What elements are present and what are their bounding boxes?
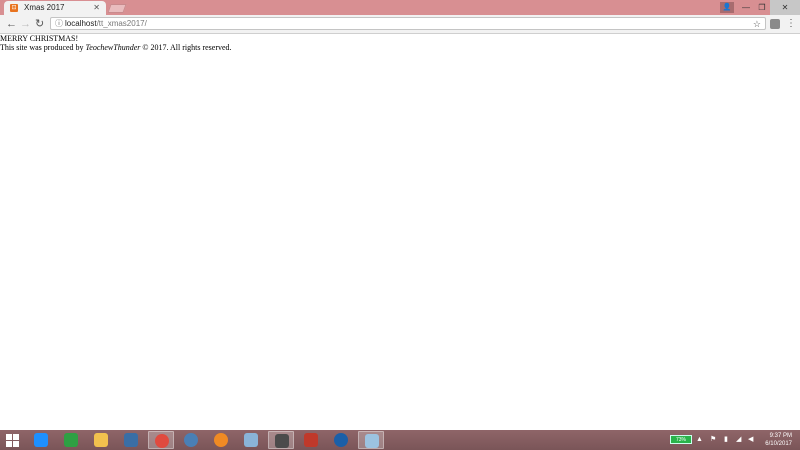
taskbar-internet-explorer-button[interactable]	[28, 431, 54, 449]
power-icon[interactable]: ▮	[724, 435, 728, 445]
taskbar-notepad-plus-button[interactable]	[238, 431, 264, 449]
minimize-button[interactable]: —	[738, 0, 754, 15]
bookmark-star-icon[interactable]: ☆	[753, 18, 761, 30]
browser-toolbar: ← → ↻ ⓘ localhost/tt_xmas2017/ ☆ ⋮	[0, 15, 800, 34]
chrome-icon	[155, 434, 169, 448]
firefox-icon	[214, 433, 228, 447]
network-icon[interactable]: ◢	[736, 435, 741, 445]
url-path: /tt_xmas2017/	[96, 19, 147, 28]
windows-logo-icon	[13, 434, 19, 440]
user-profile-icon[interactable]: 👤	[720, 2, 734, 13]
credit-line: This site was produced by TeochewThunder…	[0, 43, 800, 52]
credit-author: TeochewThunder	[85, 43, 141, 52]
taskbar-filezilla-button[interactable]	[298, 431, 324, 449]
tab-title: Xmas 2017	[24, 3, 65, 12]
maximize-button[interactable]: ❐	[754, 0, 770, 15]
clock-time: 9:37 PM	[769, 433, 792, 439]
forward-button[interactable]: →	[20, 17, 31, 31]
menu-icon[interactable]: ⋮	[786, 17, 796, 31]
new-tab-button[interactable]	[107, 4, 127, 13]
sublime-text-icon	[275, 434, 289, 448]
extension-icon[interactable]	[770, 19, 780, 29]
battery-icon[interactable]: 73%	[670, 435, 692, 444]
filezilla-icon	[304, 433, 318, 447]
start-button[interactable]	[4, 432, 22, 448]
taskbar-remote-desktop-button[interactable]	[118, 431, 144, 449]
taskbar-file-explorer-button[interactable]	[88, 431, 114, 449]
globe-app-icon	[184, 433, 198, 447]
tab-xmas-2017[interactable]: ⊡ Xmas 2017 ✕	[4, 1, 106, 15]
title-bar: ⊡ Xmas 2017 ✕ 👤 — ❐ ✕	[0, 0, 800, 15]
file-explorer-icon	[94, 433, 108, 447]
remote-desktop-icon	[124, 433, 138, 447]
address-bar[interactable]: ⓘ localhost/tt_xmas2017/ ☆	[50, 17, 766, 30]
taskbar: 73% ▲ ⚑ ▮ ◢ ◀ 9:37 PM 6/10/2017	[0, 430, 800, 450]
windows-store-icon	[64, 433, 78, 447]
close-window-button[interactable]: ✕	[770, 0, 800, 15]
action-center-flag-icon[interactable]: ⚑	[710, 435, 716, 445]
clock[interactable]: 9:37 PM 6/10/2017	[765, 432, 792, 448]
url-text[interactable]: localhost/tt_xmas2017/	[65, 18, 147, 30]
taskbar-firefox-button[interactable]	[208, 431, 234, 449]
taskbar-sourcetree-button[interactable]	[328, 431, 354, 449]
windows-logo-icon	[6, 434, 12, 440]
windows-logo-icon	[13, 441, 19, 447]
page-content: MERRY CHRISTMAS! This site was produced …	[0, 34, 800, 430]
credit-suffix: © 2017. All rights reserved.	[140, 43, 232, 52]
volume-icon[interactable]: ◀	[748, 435, 753, 445]
back-button[interactable]: ←	[6, 17, 17, 31]
taskbar-chrome-button[interactable]	[148, 431, 174, 449]
taskbar-sublime-text-button[interactable]	[268, 431, 294, 449]
internet-explorer-icon	[34, 433, 48, 447]
page-heading: MERRY CHRISTMAS!	[0, 34, 79, 43]
favicon-icon: ⊡	[10, 4, 18, 12]
app-blue-icon	[365, 434, 379, 448]
site-info-icon[interactable]: ⓘ	[55, 18, 63, 30]
windows-logo-icon	[6, 441, 12, 447]
taskbar-globe-app-button[interactable]	[178, 431, 204, 449]
window-controls: 👤 — ❐ ✕	[720, 0, 800, 15]
clock-date: 6/10/2017	[765, 441, 792, 447]
sourcetree-icon	[334, 433, 348, 447]
close-tab-icon[interactable]: ✕	[93, 2, 100, 14]
url-host: localhost	[65, 19, 97, 28]
credit-prefix: This site was produced by	[0, 43, 86, 52]
taskbar-app-blue-button[interactable]	[358, 431, 384, 449]
notepad-plus-icon	[244, 433, 258, 447]
reload-button[interactable]: ↻	[35, 17, 44, 31]
taskbar-windows-store-button[interactable]	[58, 431, 84, 449]
tray-up-arrow-icon[interactable]: ▲	[696, 435, 703, 445]
